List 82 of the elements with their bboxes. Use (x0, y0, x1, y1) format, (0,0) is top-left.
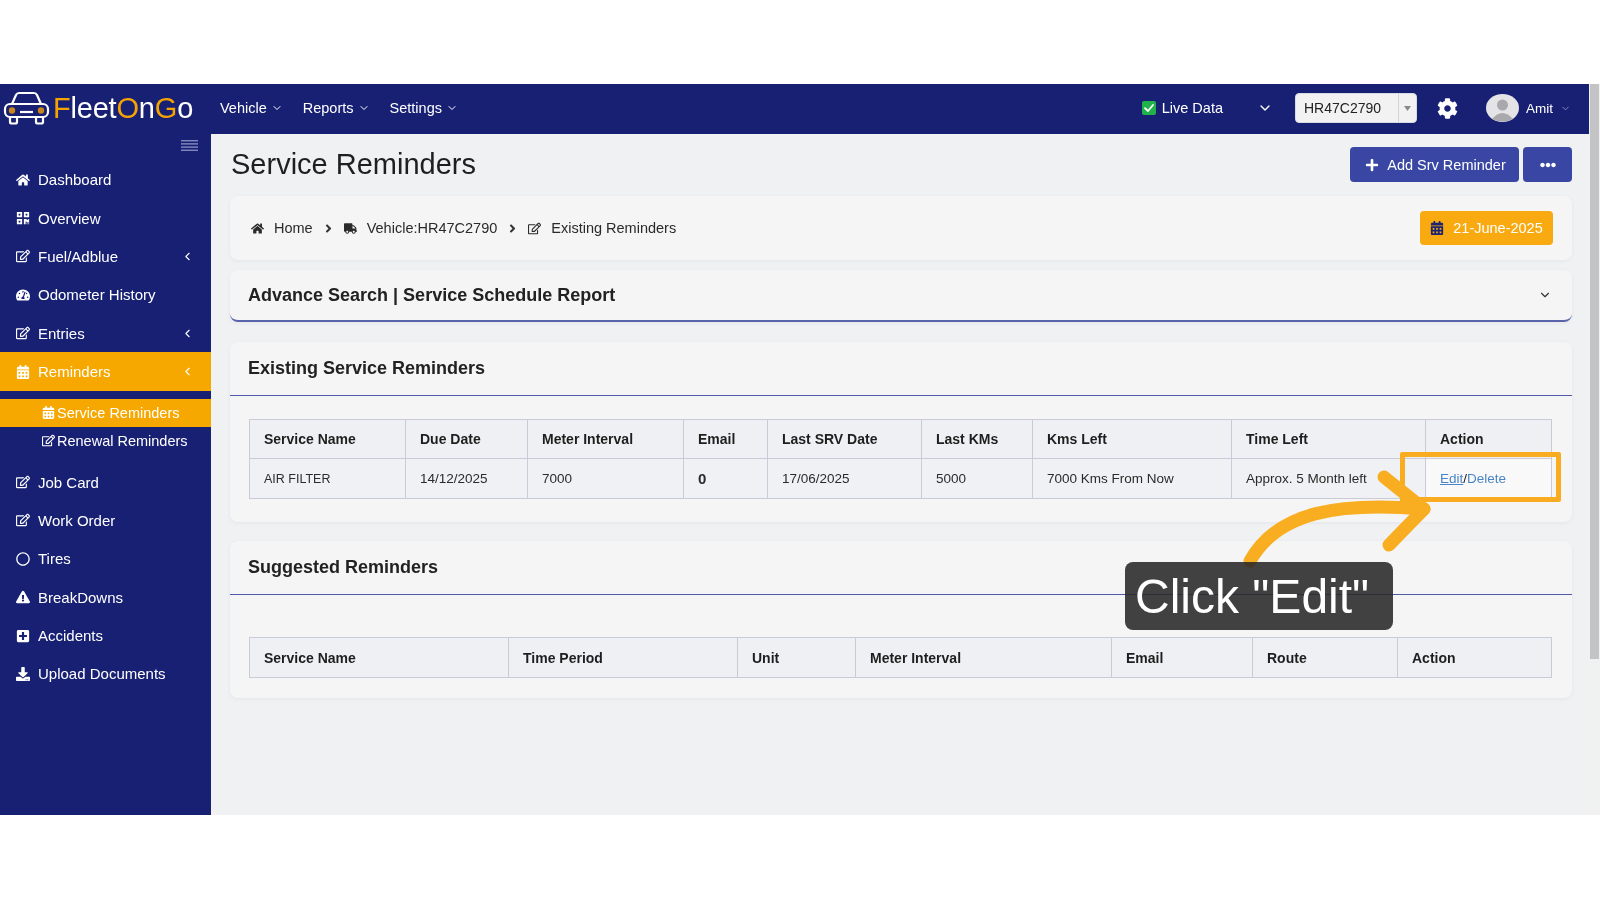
sidebar-item[interactable]: Overview (0, 198, 211, 238)
avatar-icon (1486, 94, 1519, 122)
nav-menu[interactable]: Vehicle (220, 100, 283, 116)
column-header: Email (1111, 637, 1253, 678)
nav-menu[interactable]: Reports (302, 100, 370, 116)
calendar-icon (16, 364, 30, 379)
menu-button[interactable] (181, 140, 198, 151)
sidebar-item[interactable]: Upload Documents (0, 654, 211, 694)
submenu-item[interactable]: Renewal Reminders (0, 426, 211, 455)
sidebar-item[interactable]: BreakDowns (0, 578, 211, 617)
menu-icon (181, 140, 198, 151)
table-cell: 14/12/2025 (405, 458, 528, 499)
column-header: Action (1397, 637, 1552, 678)
vehicle-select[interactable]: HR47C2790 (1295, 93, 1417, 123)
column-header: Last SRV Date (767, 419, 922, 459)
edit-icon (16, 249, 30, 264)
scrollbar-thumb[interactable] (1590, 84, 1599, 659)
add-reminder-button[interactable]: Add Srv Reminder (1350, 147, 1519, 182)
card-title: Suggested Reminders (248, 557, 439, 578)
table-cell: 0 (683, 458, 768, 499)
gauge-icon (16, 287, 30, 302)
breadcrumb-link[interactable]: Existing Reminders (528, 220, 677, 236)
caret-down-icon (1404, 105, 1411, 111)
edit-link[interactable]: Edit (1440, 471, 1464, 486)
sidebar-item[interactable]: Fuel/Adblue (0, 237, 211, 276)
table-cell: 7000 (527, 458, 684, 499)
breadcrumb-link[interactable]: Vehicle:HR47C2790 (343, 220, 498, 236)
card-title: Existing Service Reminders (248, 358, 486, 379)
separator-text: / (1463, 471, 1468, 486)
column-header: Email (683, 419, 768, 459)
sidebar-item[interactable]: Accidents (0, 616, 211, 655)
edit-icon (16, 513, 30, 528)
sidebar-item[interactable]: Work Order (0, 501, 211, 540)
qr-code-icon (16, 211, 30, 226)
edit-icon (42, 434, 55, 448)
column-header: Time Period (508, 637, 738, 678)
column-header: Unit (737, 637, 856, 678)
nav-menu[interactable]: Settings (389, 100, 458, 116)
calendar-icon (42, 406, 55, 420)
checkbox-label: Live Data (1161, 100, 1223, 116)
home-icon (16, 172, 30, 187)
more-button[interactable] (1523, 147, 1572, 182)
edit-icon (528, 221, 542, 235)
checkbox[interactable] (1141, 101, 1156, 115)
table-cell: 5000 (921, 458, 1033, 499)
column-header: Meter Interval (855, 637, 1112, 678)
sidebar-item[interactable]: Odometer History (0, 275, 211, 315)
car-logo-icon (3, 91, 50, 125)
column-header: Kms Left (1032, 419, 1232, 459)
column-header: Time Left (1231, 419, 1426, 459)
plus-icon (1365, 157, 1380, 172)
instruction-callout: Click "Edit" (1125, 562, 1394, 630)
truck-icon (343, 221, 357, 235)
sidebar-item[interactable]: Tires (0, 539, 211, 578)
table-cell: AIR FILTER (249, 458, 406, 499)
column-header: Last KMs (921, 419, 1033, 459)
edit-icon (16, 475, 30, 490)
settings-icon (1437, 97, 1458, 119)
column-header: Meter Interval (527, 419, 684, 459)
collapsible-panel[interactable]: Advance Search | Service Schedule Report (230, 270, 1572, 322)
logo-text: FleetOnGo (53, 93, 194, 123)
page-title: Service Reminders (230, 148, 476, 181)
sidebar-item[interactable]: Job Card (0, 462, 211, 502)
delete-link[interactable]: Delete (1467, 471, 1507, 486)
column-header: Route (1252, 637, 1398, 678)
warning-icon (16, 590, 30, 605)
column-header: Service Name (249, 419, 406, 459)
home-icon (251, 221, 264, 235)
breadcrumb-link[interactable]: Home (251, 220, 313, 236)
sidebar-item[interactable]: Entries (0, 314, 211, 353)
column-header: Due Date (405, 419, 528, 459)
panel-title: Advance Search | Service Schedule Report (248, 284, 616, 306)
settings-button[interactable] (1437, 97, 1458, 119)
calendar-icon (1430, 221, 1445, 235)
ring-icon (16, 551, 30, 566)
column-header: Service Name (249, 637, 509, 678)
edit-icon (16, 326, 30, 341)
sidebar-item[interactable]: Dashboard (0, 160, 211, 199)
table-cell: 17/06/2025 (767, 458, 922, 499)
table-cell: 7000 Kms From Now (1032, 458, 1232, 499)
user-menu[interactable]: Amit (1486, 94, 1571, 122)
download-icon (16, 667, 30, 681)
